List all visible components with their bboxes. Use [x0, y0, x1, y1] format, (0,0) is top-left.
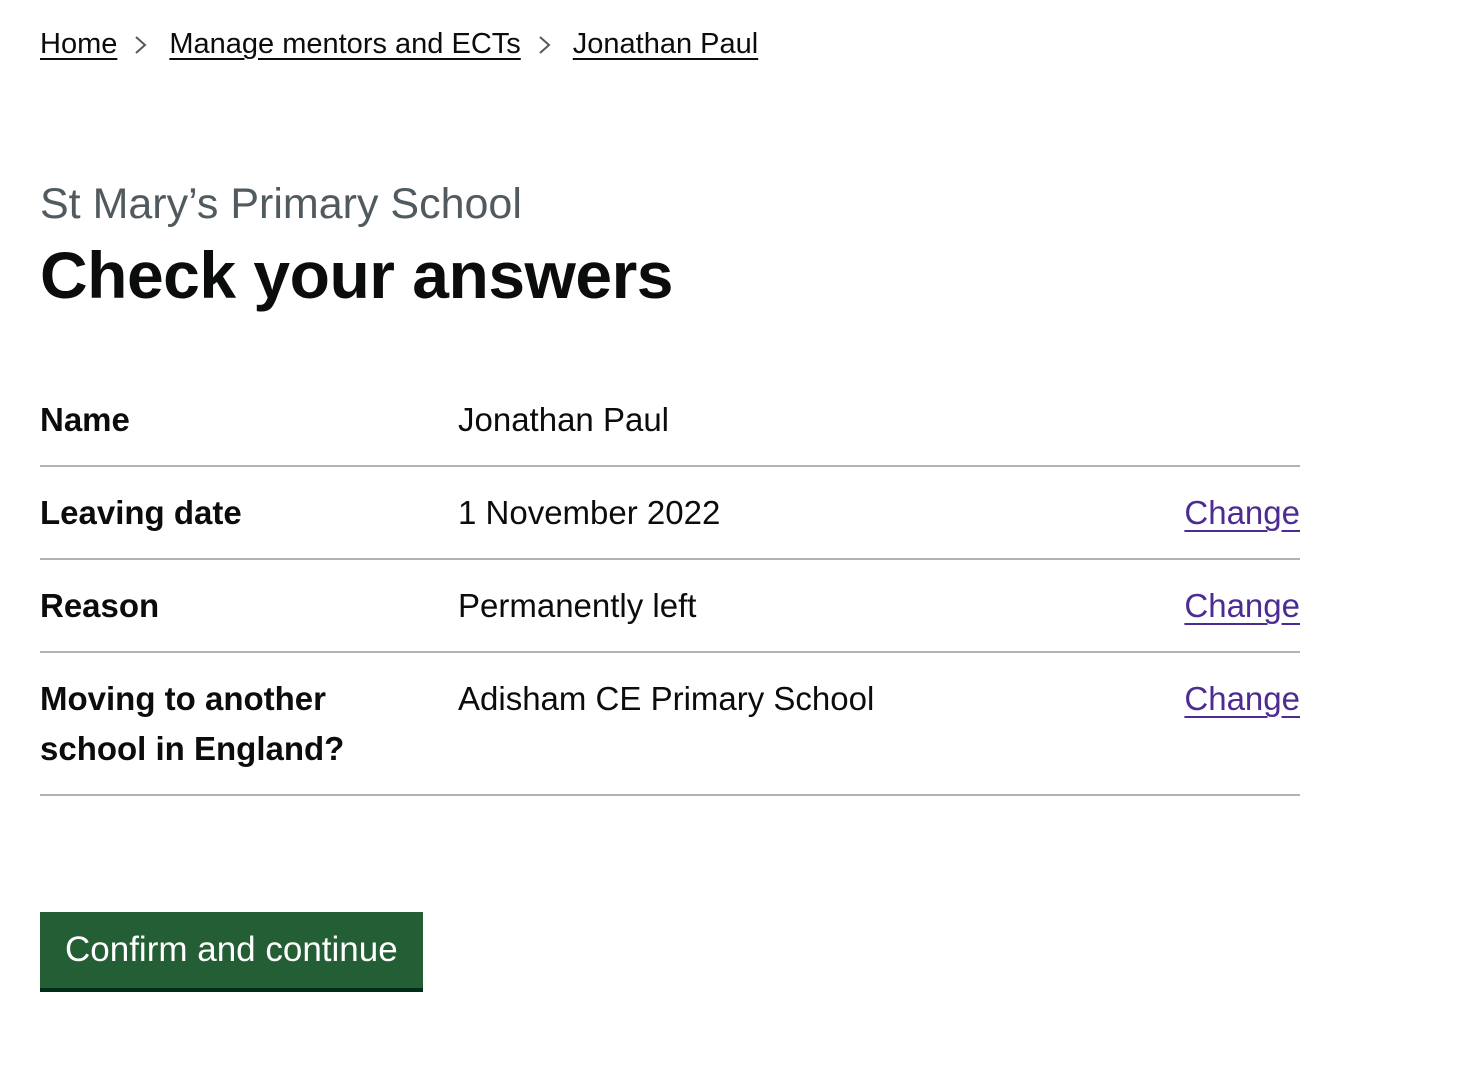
page-title: Check your answers	[40, 238, 673, 312]
summary-row-leaving-date: Leaving date 1 November 2022 Change	[40, 467, 1300, 560]
summary-actions: Change	[1100, 467, 1300, 558]
chevron-right-icon	[521, 24, 573, 64]
summary-actions	[1100, 374, 1300, 465]
summary-value: Jonathan Paul	[458, 401, 670, 438]
summary-value: Adisham CE Primary School	[458, 680, 875, 717]
summary-key: Name	[40, 401, 130, 438]
summary-key: Moving to another school in England?	[40, 680, 345, 767]
summary-key: Reason	[40, 587, 160, 624]
chevron-right-icon	[117, 24, 169, 64]
summary-value: 1 November 2022	[458, 494, 721, 531]
breadcrumb-link-manage-mentors[interactable]: Manage mentors and ECTs	[169, 24, 520, 64]
confirm-and-continue-button[interactable]: Confirm and continue	[40, 912, 423, 988]
breadcrumb-link-current[interactable]: Jonathan Paul	[573, 24, 758, 64]
summary-list: Name Jonathan Paul Leaving date 1 Novemb…	[40, 374, 1300, 796]
summary-row-moving-school: Moving to another school in England? Adi…	[40, 653, 1300, 796]
change-moving-school-link[interactable]: Change	[1184, 680, 1300, 717]
summary-actions: Change	[1100, 560, 1300, 651]
summary-row-name: Name Jonathan Paul	[40, 374, 1300, 467]
summary-actions: Change	[1100, 653, 1300, 794]
change-reason-link[interactable]: Change	[1184, 587, 1300, 624]
change-leaving-date-link[interactable]: Change	[1184, 494, 1300, 531]
summary-key: Leaving date	[40, 494, 242, 531]
summary-row-reason: Reason Permanently left Change	[40, 560, 1300, 653]
page-caption: St Mary’s Primary School	[40, 180, 522, 228]
summary-value: Permanently left	[458, 587, 697, 624]
breadcrumb: Home Manage mentors and ECTs Jonathan Pa…	[40, 24, 758, 64]
breadcrumb-link-home[interactable]: Home	[40, 24, 117, 64]
